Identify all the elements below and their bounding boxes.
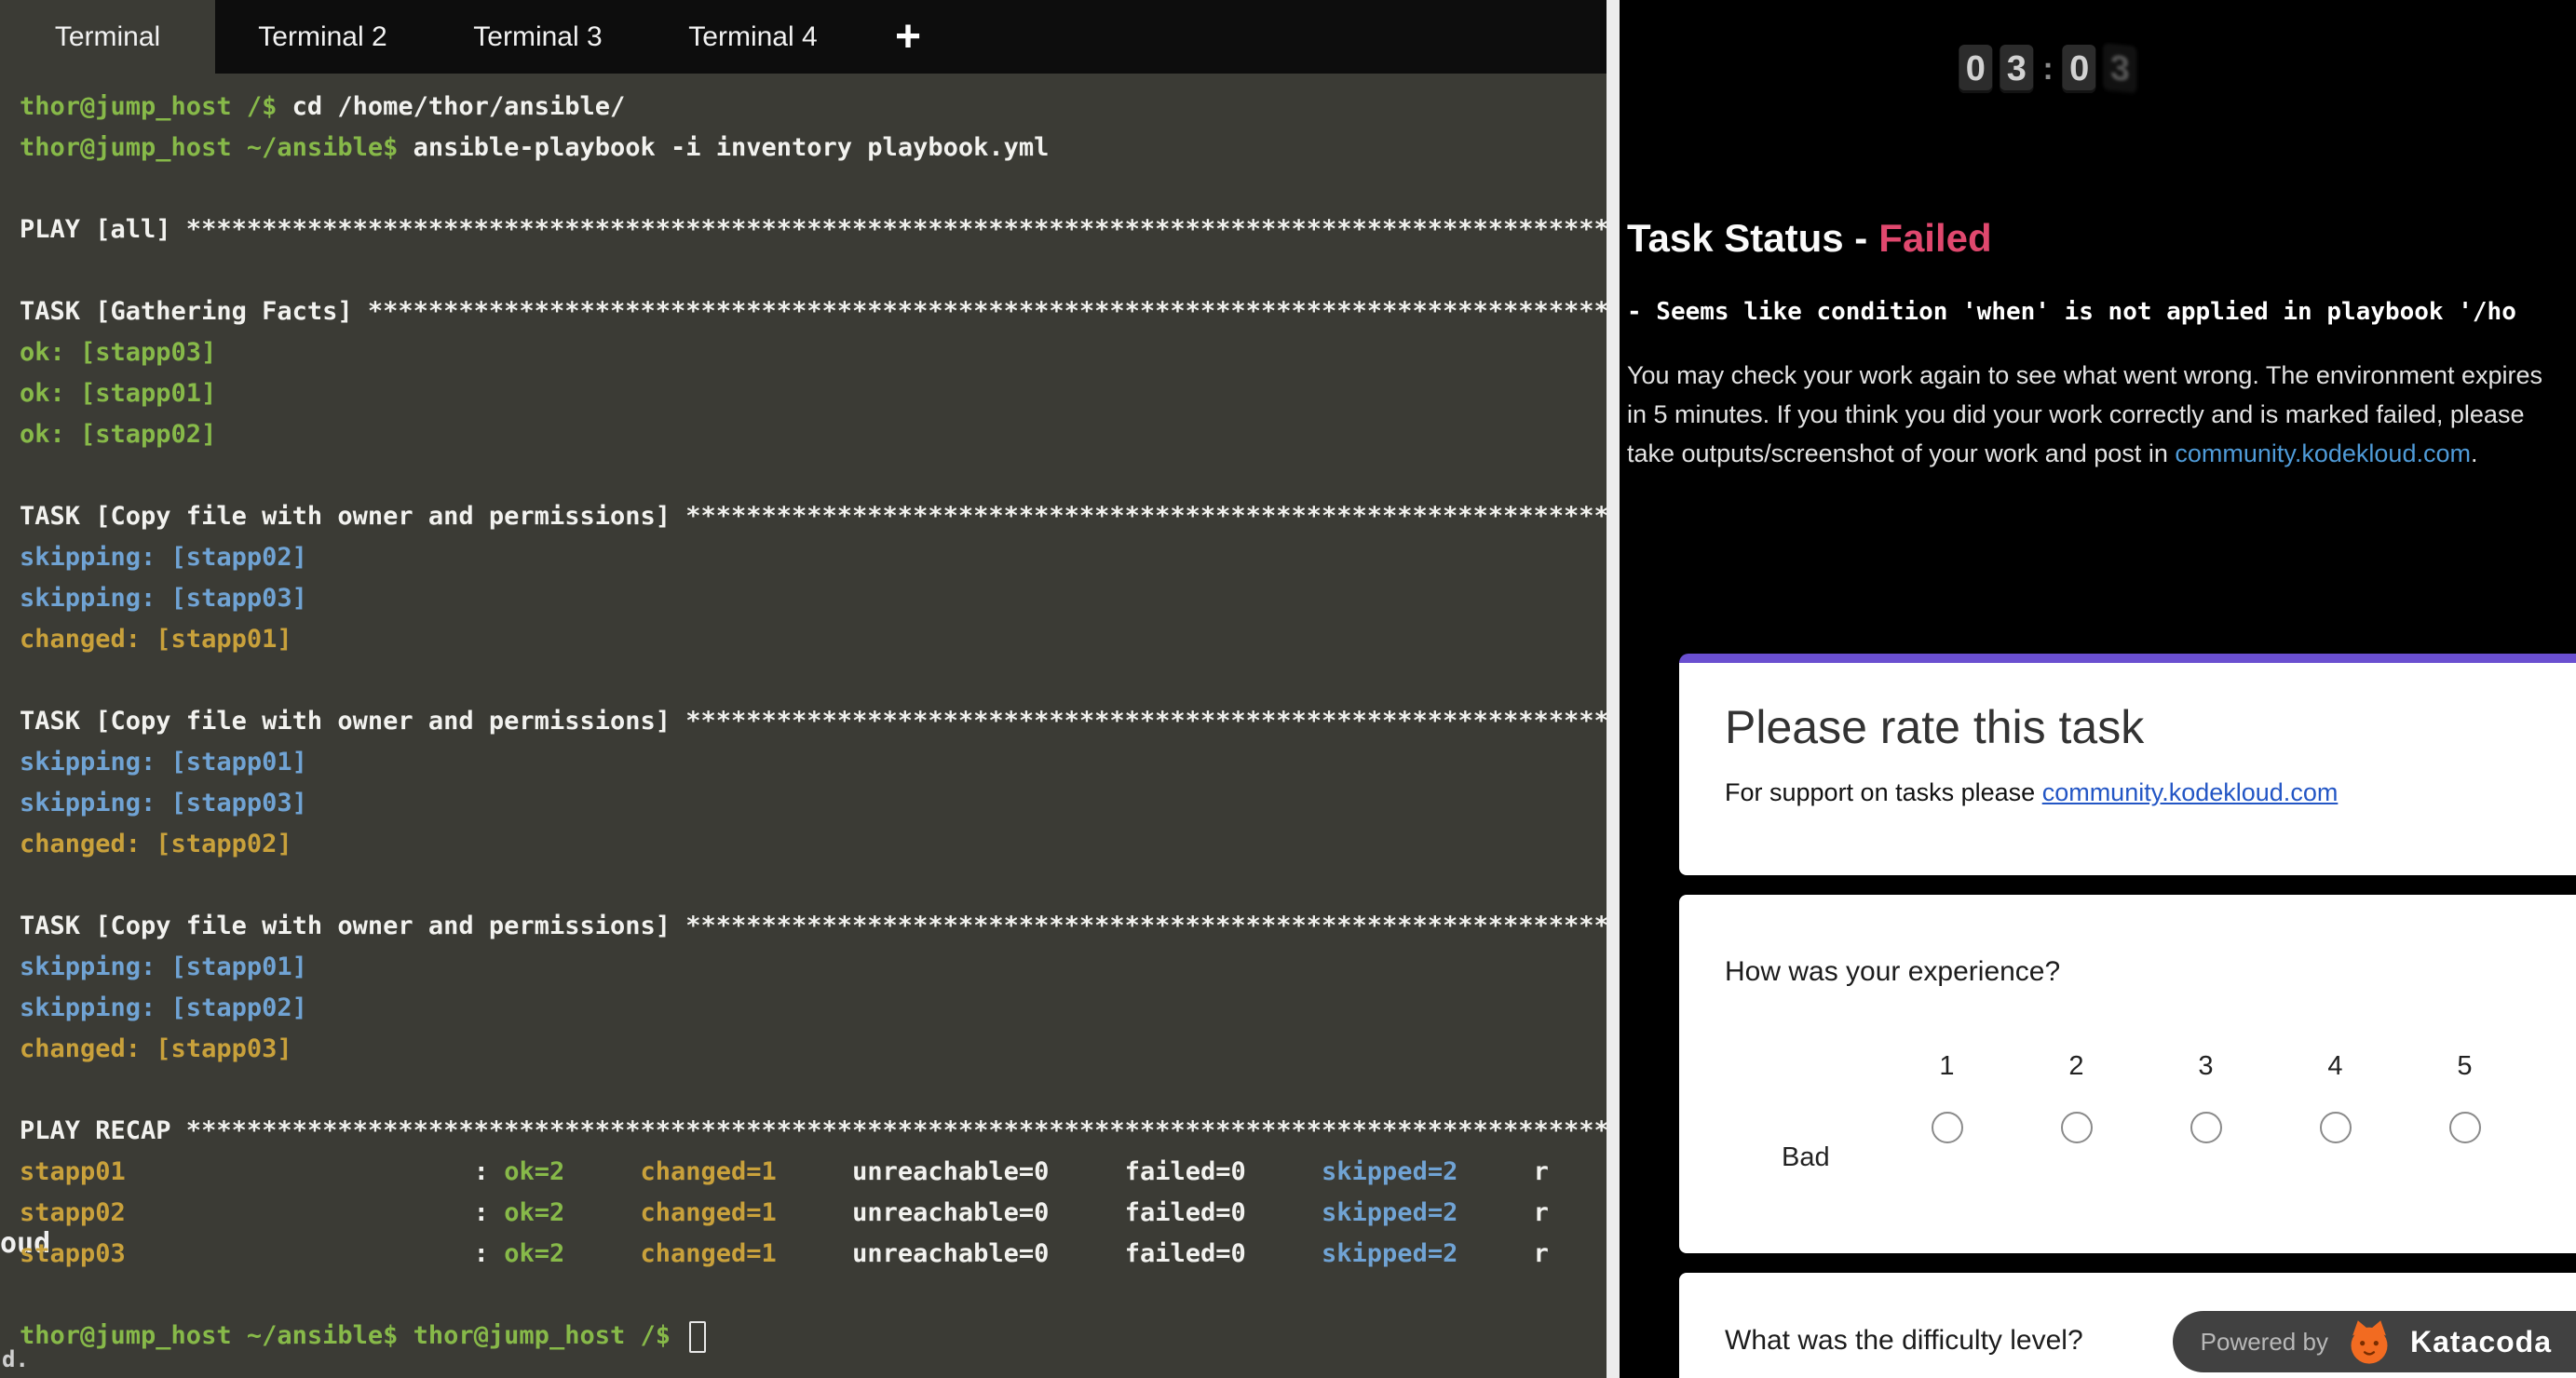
community-link[interactable]: community.kodekloud.com [2175, 439, 2471, 467]
tab-terminal-2[interactable]: Terminal 2 [215, 0, 430, 74]
terminal-line: stapp01 : ok=2 changed=1 unreachable=0 f… [20, 1152, 1607, 1193]
terminal-line: skipping: [stapp01] [20, 947, 1607, 988]
timer-digit: 3 [2000, 45, 2033, 93]
rating-column: 3 [2141, 1051, 2271, 1143]
terminal-line: TASK [Copy file with owner and permissio… [20, 496, 1607, 537]
terminal-line [20, 455, 1607, 496]
timer-digit: 3 [2104, 43, 2137, 95]
terminal-line: PLAY RECAP *****************************… [20, 1111, 1607, 1152]
terminal-line: skipping: [stapp02] [20, 537, 1607, 578]
powered-by-label: Powered by [2201, 1328, 2328, 1357]
error-message: - Seems like condition 'when' is not app… [1627, 298, 2576, 326]
terminal-line: skipping: [stapp03] [20, 578, 1607, 619]
rating-number: 1 [1939, 1051, 1954, 1082]
task-status-panel: 03:03 Task Status -Failed - Seems like c… [1620, 0, 2576, 1378]
terminal-line: stapp02 : ok=2 changed=1 unreachable=0 f… [20, 1193, 1607, 1234]
rating-radio-1[interactable] [1932, 1112, 1963, 1143]
experience-card: How was your experience? Bad 1 2 3 4 5 [1679, 895, 2576, 1253]
rating-column: 2 [2012, 1051, 2141, 1143]
task-status-title: Task Status -Failed [1627, 216, 1992, 261]
difficulty-question: What was the difficulty level? [1725, 1325, 2083, 1357]
terminal-line [20, 169, 1607, 209]
terminal-line [20, 1275, 1607, 1316]
terminal-line: thor@jump_host ~/ansible$ thor@jump_host… [20, 1316, 1607, 1357]
terminal-line: PLAY [all] *****************************… [20, 209, 1607, 250]
task-status-label: Task Status - [1627, 216, 1867, 260]
katacoda-wordmark: Katacoda [2410, 1325, 2552, 1359]
tab-terminal[interactable]: Terminal [0, 0, 215, 74]
terminal-tab-bar: TerminalTerminal 2Terminal 3Terminal 4 + [0, 0, 1607, 74]
task-status-value: Failed [1878, 216, 1991, 260]
tab-terminal-4[interactable]: Terminal 4 [645, 0, 861, 74]
rating-column: 1 [1882, 1051, 2012, 1143]
tab-terminal-3[interactable]: Terminal 3 [430, 0, 645, 74]
terminal-line [20, 1070, 1607, 1111]
terminal-line: TASK [Copy file with owner and permissio… [20, 701, 1607, 742]
timer-digit: 0 [1959, 45, 1992, 93]
rate-task-card: Please rate this task For support on tas… [1679, 654, 2576, 875]
terminal-line [20, 865, 1607, 906]
terminal-line: stapp03 : ok=2 changed=1 unreachable=0 f… [20, 1234, 1607, 1275]
rating-column: 4 [2271, 1051, 2400, 1143]
rate-card-support: For support on tasks please community.ko… [1725, 778, 2576, 807]
rate-support-text: For support on tasks please [1725, 778, 2042, 806]
experience-question: How was your experience? [1725, 956, 2060, 988]
rating-number: 4 [2327, 1051, 2342, 1082]
rating-number: 2 [2068, 1051, 2083, 1082]
rating-scale: 1 2 3 4 5 [1882, 1051, 2529, 1143]
status-description: You may check your work again to see wha… [1627, 356, 2558, 473]
terminal-line: thor@jump_host ~/ansible$ ansible-playbo… [20, 128, 1607, 169]
status-description-period: . [2471, 439, 2478, 467]
rate-card-title: Please rate this task [1725, 700, 2576, 754]
rating-radio-3[interactable] [2190, 1112, 2222, 1143]
terminal-line: ok: [stapp01] [20, 373, 1607, 414]
terminal-line: TASK [Copy file with owner and permissio… [20, 906, 1607, 947]
terminal-output[interactable]: thor@jump_host /$ cd /home/thor/ansible/… [0, 74, 1607, 1378]
rating-radio-4[interactable] [2320, 1112, 2352, 1143]
rating-column: 5 [2400, 1051, 2529, 1143]
timer-digit: 0 [2063, 45, 2096, 93]
terminal-line: skipping: [stapp01] [20, 742, 1607, 783]
terminal-scrollbar[interactable] [1607, 0, 1620, 1378]
terminal-line: thor@jump_host /$ cd /home/thor/ansible/ [20, 87, 1607, 128]
new-tab-button[interactable]: + [866, 0, 950, 74]
terminal-line: ok: [stapp03] [20, 332, 1607, 373]
terminal-line: ok: [stapp02] [20, 414, 1607, 455]
terminal-cursor [689, 1321, 706, 1353]
terminal-line: changed: [stapp03] [20, 1029, 1607, 1070]
terminal-line: skipping: [stapp03] [20, 783, 1607, 824]
countdown-timer: 03:03 [1959, 45, 2136, 93]
rating-radio-5[interactable] [2449, 1112, 2481, 1143]
terminal-window: TerminalTerminal 2Terminal 3Terminal 4 +… [0, 0, 1607, 1378]
rating-radio-2[interactable] [2061, 1112, 2093, 1143]
timer-colon: : [2042, 51, 2053, 88]
terminal-line [20, 660, 1607, 701]
terminal-line: skipping: [stapp02] [20, 988, 1607, 1029]
rating-number: 3 [2198, 1051, 2213, 1082]
katacoda-logo-icon [2345, 1317, 2393, 1366]
terminal-line: TASK [Gathering Facts] *****************… [20, 291, 1607, 332]
rating-low-label: Bad [1782, 1142, 1830, 1173]
terminal-tabs: TerminalTerminal 2Terminal 3Terminal 4 [0, 0, 861, 74]
terminal-line: changed: [stapp02] [20, 824, 1607, 865]
terminal-line: changed: [stapp01] [20, 619, 1607, 660]
powered-by-badge[interactable]: Powered by Katacoda [2173, 1311, 2576, 1372]
rating-number: 5 [2457, 1051, 2472, 1082]
rate-support-link[interactable]: community.kodekloud.com [2042, 778, 2339, 806]
terminal-line [20, 250, 1607, 291]
